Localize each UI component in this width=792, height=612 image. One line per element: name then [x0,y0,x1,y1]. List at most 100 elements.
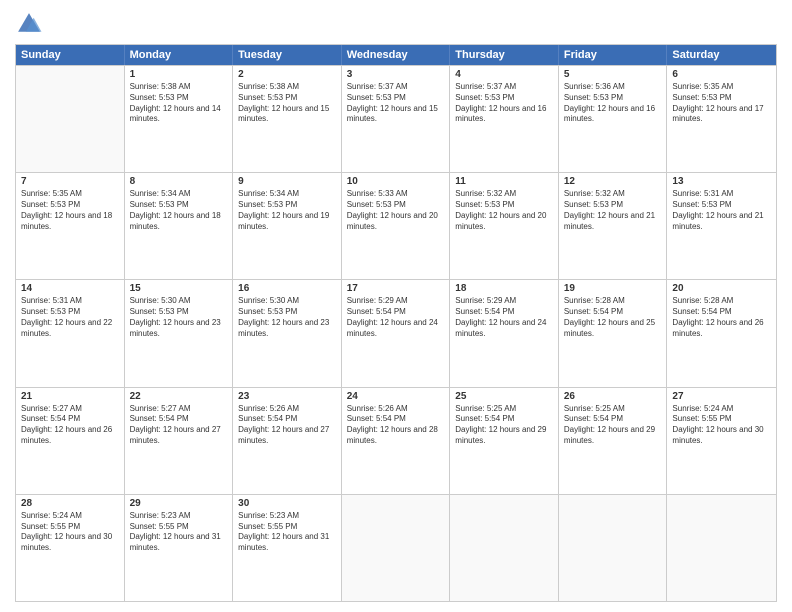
day-number: 5 [564,69,662,80]
week-row-2: 7 Sunrise: 5:35 AMSunset: 5:53 PMDaylight… [16,172,776,279]
header [15,10,777,38]
day-number: 1 [130,69,228,80]
day-info: Sunrise: 5:25 AMSunset: 5:54 PMDaylight:… [564,404,662,447]
day-cell-30: 30 Sunrise: 5:23 AMSunset: 5:55 PMDayligh… [233,495,342,601]
day-info: Sunrise: 5:33 AMSunset: 5:53 PMDaylight:… [347,189,445,232]
calendar-body: 1 Sunrise: 5:38 AMSunset: 5:53 PMDaylight… [16,65,776,601]
day-number: 20 [672,283,771,294]
header-day-sunday: Sunday [16,45,125,65]
day-number: 27 [672,391,771,402]
day-cell-7: 7 Sunrise: 5:35 AMSunset: 5:53 PMDaylight… [16,173,125,279]
day-info: Sunrise: 5:27 AMSunset: 5:54 PMDaylight:… [130,404,228,447]
week-row-5: 28 Sunrise: 5:24 AMSunset: 5:55 PMDayligh… [16,494,776,601]
day-number: 4 [455,69,553,80]
day-cell-12: 12 Sunrise: 5:32 AMSunset: 5:53 PMDayligh… [559,173,668,279]
day-number: 10 [347,176,445,187]
day-info: Sunrise: 5:24 AMSunset: 5:55 PMDaylight:… [672,404,771,447]
logo [15,10,47,38]
day-cell-25: 25 Sunrise: 5:25 AMSunset: 5:54 PMDayligh… [450,388,559,494]
day-number: 16 [238,283,336,294]
day-info: Sunrise: 5:28 AMSunset: 5:54 PMDaylight:… [672,296,771,339]
day-cell-16: 16 Sunrise: 5:30 AMSunset: 5:53 PMDayligh… [233,280,342,386]
calendar: SundayMondayTuesdayWednesdayThursdayFrid… [15,44,777,602]
day-cell-24: 24 Sunrise: 5:26 AMSunset: 5:54 PMDayligh… [342,388,451,494]
day-info: Sunrise: 5:26 AMSunset: 5:54 PMDaylight:… [347,404,445,447]
day-info: Sunrise: 5:30 AMSunset: 5:53 PMDaylight:… [238,296,336,339]
week-row-1: 1 Sunrise: 5:38 AMSunset: 5:53 PMDaylight… [16,65,776,172]
day-info: Sunrise: 5:28 AMSunset: 5:54 PMDaylight:… [564,296,662,339]
day-cell-2: 2 Sunrise: 5:38 AMSunset: 5:53 PMDaylight… [233,66,342,172]
day-cell-28: 28 Sunrise: 5:24 AMSunset: 5:55 PMDayligh… [16,495,125,601]
day-number: 7 [21,176,119,187]
day-cell-4: 4Sunrise: 5:37 AMSunset: 5:53 PMDaylight… [450,66,559,172]
day-number: 24 [347,391,445,402]
empty-cell [16,66,125,172]
day-number: 8 [130,176,228,187]
day-info: Sunrise: 5:29 AMSunset: 5:54 PMDaylight:… [347,296,445,339]
day-number: 21 [21,391,119,402]
day-cell-13: 13Sunrise: 5:31 AMSunset: 5:53 PMDayligh… [667,173,776,279]
page: SundayMondayTuesdayWednesdayThursdayFrid… [0,0,792,612]
day-number: 25 [455,391,553,402]
day-cell-26: 26 Sunrise: 5:25 AMSunset: 5:54 PMDayligh… [559,388,668,494]
day-cell-21: 21Sunrise: 5:27 AMSunset: 5:54 PMDayligh… [16,388,125,494]
header-day-monday: Monday [125,45,234,65]
day-info: Sunrise: 5:32 AMSunset: 5:53 PMDaylight:… [564,189,662,232]
day-info: Sunrise: 5:38 AMSunset: 5:53 PMDaylight:… [238,82,336,125]
day-info: Sunrise: 5:31 AMSunset: 5:53 PMDaylight:… [21,296,119,339]
day-cell-14: 14 Sunrise: 5:31 AMSunset: 5:53 PMDayligh… [16,280,125,386]
day-info: Sunrise: 5:23 AMSunset: 5:55 PMDaylight:… [130,511,228,554]
day-number: 14 [21,283,119,294]
empty-cell [559,495,668,601]
day-info: Sunrise: 5:32 AMSunset: 5:53 PMDaylight:… [455,189,553,232]
day-number: 28 [21,498,119,509]
day-cell-18: 18 Sunrise: 5:29 AMSunset: 5:54 PMDayligh… [450,280,559,386]
day-number: 2 [238,69,336,80]
day-cell-3: 3 Sunrise: 5:37 AMSunset: 5:53 PMDaylight… [342,66,451,172]
day-number: 26 [564,391,662,402]
day-info: Sunrise: 5:31 AMSunset: 5:53 PMDaylight:… [672,189,771,232]
day-number: 17 [347,283,445,294]
day-info: Sunrise: 5:34 AMSunset: 5:53 PMDaylight:… [130,189,228,232]
day-cell-11: 11 Sunrise: 5:32 AMSunset: 5:53 PMDayligh… [450,173,559,279]
day-cell-27: 27 Sunrise: 5:24 AMSunset: 5:55 PMDayligh… [667,388,776,494]
empty-cell [450,495,559,601]
day-info: Sunrise: 5:38 AMSunset: 5:53 PMDaylight:… [130,82,228,125]
empty-cell [342,495,451,601]
day-cell-23: 23Sunrise: 5:26 AMSunset: 5:54 PMDayligh… [233,388,342,494]
day-cell-5: 5 Sunrise: 5:36 AMSunset: 5:53 PMDaylight… [559,66,668,172]
day-info: Sunrise: 5:25 AMSunset: 5:54 PMDaylight:… [455,404,553,447]
day-cell-15: 15 Sunrise: 5:30 AMSunset: 5:53 PMDayligh… [125,280,234,386]
day-info: Sunrise: 5:24 AMSunset: 5:55 PMDaylight:… [21,511,119,554]
day-info: Sunrise: 5:34 AMSunset: 5:53 PMDaylight:… [238,189,336,232]
header-day-friday: Friday [559,45,668,65]
day-info: Sunrise: 5:36 AMSunset: 5:53 PMDaylight:… [564,82,662,125]
day-info: Sunrise: 5:35 AMSunset: 5:53 PMDaylight:… [672,82,771,125]
week-row-3: 14 Sunrise: 5:31 AMSunset: 5:53 PMDayligh… [16,279,776,386]
day-number: 19 [564,283,662,294]
day-info: Sunrise: 5:26 AMSunset: 5:54 PMDaylight:… [238,404,336,447]
day-cell-17: 17 Sunrise: 5:29 AMSunset: 5:54 PMDayligh… [342,280,451,386]
day-number: 15 [130,283,228,294]
day-number: 22 [130,391,228,402]
day-info: Sunrise: 5:29 AMSunset: 5:54 PMDaylight:… [455,296,553,339]
day-info: Sunrise: 5:30 AMSunset: 5:53 PMDaylight:… [130,296,228,339]
day-cell-10: 10 Sunrise: 5:33 AMSunset: 5:53 PMDayligh… [342,173,451,279]
header-day-tuesday: Tuesday [233,45,342,65]
day-number: 30 [238,498,336,509]
day-cell-1: 1 Sunrise: 5:38 AMSunset: 5:53 PMDaylight… [125,66,234,172]
day-cell-9: 9Sunrise: 5:34 AMSunset: 5:53 PMDaylight… [233,173,342,279]
day-info: Sunrise: 5:35 AMSunset: 5:53 PMDaylight:… [21,189,119,232]
day-info: Sunrise: 5:37 AMSunset: 5:53 PMDaylight:… [347,82,445,125]
day-info: Sunrise: 5:23 AMSunset: 5:55 PMDaylight:… [238,511,336,554]
day-number: 11 [455,176,553,187]
day-number: 6 [672,69,771,80]
day-cell-29: 29Sunrise: 5:23 AMSunset: 5:55 PMDayligh… [125,495,234,601]
header-day-saturday: Saturday [667,45,776,65]
week-row-4: 21 Sunrise: 5:27 AMSunset: 5:54 PMDayligh… [16,387,776,494]
day-cell-22: 22 Sunrise: 5:27 AMSunset: 5:54 PMDayligh… [125,388,234,494]
day-number: 18 [455,283,553,294]
day-number: 3 [347,69,445,80]
day-number: 12 [564,176,662,187]
day-cell-6: 6 Sunrise: 5:35 AMSunset: 5:53 PMDaylight… [667,66,776,172]
